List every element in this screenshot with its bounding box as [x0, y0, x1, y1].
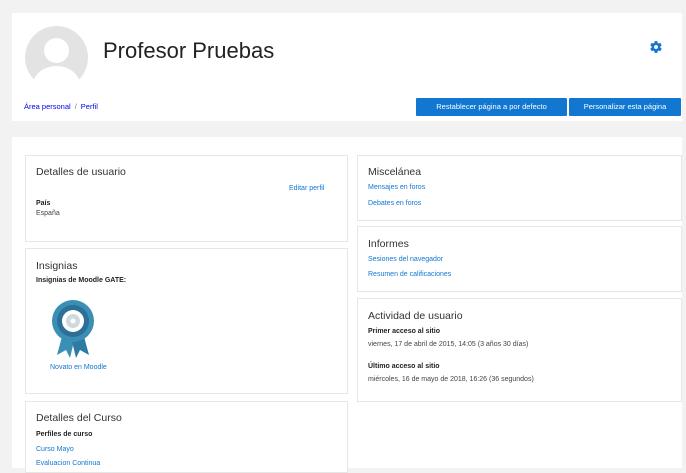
first-access-label: Primer acceso al sitio [368, 328, 440, 335]
reports-title: Informes [368, 238, 409, 250]
course-link[interactable]: Curso Mayo [36, 446, 74, 453]
edit-profile-link[interactable]: Editar perfil [289, 185, 324, 192]
last-access-value: miércoles, 16 de mayo de 2018, 16:26 (36… [368, 376, 534, 383]
page-title: Profesor Pruebas [103, 38, 275, 63]
customize-page-button[interactable]: Personalizar esta página [569, 98, 681, 116]
badge-novato-link[interactable]: Novato en Moodle [50, 364, 107, 371]
last-access-label: Último acceso al sitio [368, 363, 440, 370]
grades-overview-link[interactable]: Resumen de calificaciones [368, 271, 451, 278]
browser-sessions-link[interactable]: Sesiones del navegador [368, 256, 443, 263]
badge-medal-icon[interactable] [49, 299, 97, 359]
badges-subtitle: Insignias de Moodle GATE: [36, 277, 127, 284]
course-details-title: Detalles del Curso [36, 412, 122, 424]
avatar[interactable] [25, 26, 88, 89]
misc-title: Miscelánea [368, 166, 422, 178]
gear-icon[interactable] [649, 40, 663, 54]
forum-posts-link[interactable]: Mensajes en foros [368, 184, 425, 191]
country-label: País [36, 200, 51, 207]
course-link[interactable]: Evaluacion Continua [36, 460, 100, 467]
avatar-body [33, 66, 80, 89]
profile-header: Profesor Pruebas Área personal / Perfil Re… [12, 13, 682, 121]
user-details-title: Detalles de usuario [36, 166, 126, 178]
first-access-value: viernes, 17 de abril de 2015, 14:05 (3 a… [368, 341, 529, 348]
breadcrumb: Área personal / Perfil [24, 102, 98, 111]
country-value: España [36, 210, 60, 217]
avatar-head [44, 38, 69, 63]
reset-page-button[interactable]: Restablecer página a por defecto [416, 98, 567, 116]
course-profiles-label: Perfiles de curso [36, 431, 93, 438]
breadcrumb-separator: / [74, 102, 77, 111]
forum-discussions-link[interactable]: Debates en foros [368, 200, 421, 207]
badges-title: Insignias [36, 260, 78, 272]
activity-title: Actividad de usuario [368, 310, 463, 322]
breadcrumb-profile[interactable]: Perfil [81, 102, 98, 111]
breadcrumb-home[interactable]: Área personal [24, 102, 71, 111]
